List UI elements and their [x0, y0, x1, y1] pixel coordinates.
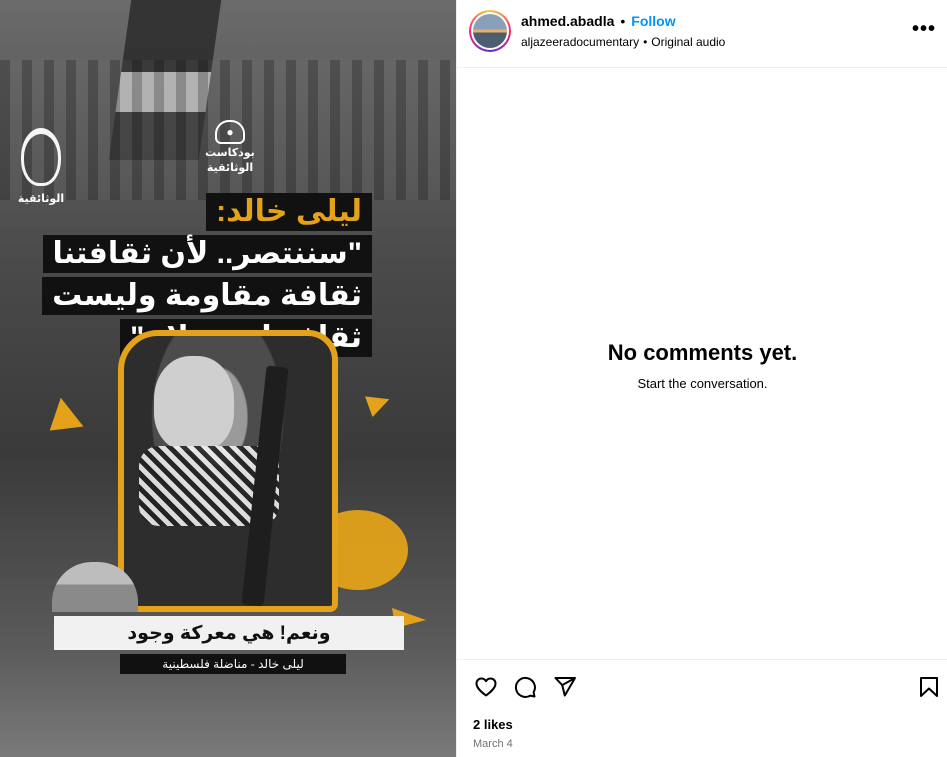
- post-side-pane: ahmed.abadla • Follow aljazeeradocumenta…: [456, 0, 947, 757]
- username-link[interactable]: ahmed.abadla: [521, 13, 614, 29]
- decorative-gold-shape: [44, 398, 90, 444]
- more-options-label: •••: [911, 18, 936, 40]
- heart-icon[interactable]: [473, 674, 499, 700]
- quote-text: ونعم! هي معركة وجود: [127, 622, 331, 644]
- avatar: [473, 14, 507, 48]
- likes-count[interactable]: 2 likes: [473, 717, 513, 732]
- post-media[interactable]: الوثائقية ● بودكاست الوثائقية ليلى خالد:…: [0, 0, 456, 757]
- avatar-story-ring[interactable]: [469, 10, 511, 52]
- audio-line: aljazeeradocumentary • Original audio: [521, 35, 725, 49]
- more-options-icon[interactable]: •••: [912, 18, 936, 41]
- headline-line: ليلى خالد:: [206, 193, 372, 231]
- decorative-gold-shape: [365, 389, 393, 417]
- attribution-banner: ليلى خالد - مناضلة فلسطينية: [120, 654, 346, 674]
- post-date[interactable]: March 4: [473, 738, 513, 750]
- attribution-text: ليلى خالد - مناضلة فلسطينية: [162, 657, 304, 671]
- empty-comments-title: No comments yet.: [607, 340, 798, 365]
- empty-comments: No comments yet. Start the conversation.: [457, 340, 947, 391]
- separator-dot: •: [620, 13, 626, 29]
- portrait-figure: [118, 330, 338, 612]
- share-icon[interactable]: [552, 674, 578, 700]
- headline-line: ثقافة مقاومة وليست: [42, 277, 372, 315]
- podcast-label-1: بودكاست: [205, 147, 255, 159]
- podcast-label-2: الوثائقية: [206, 162, 254, 175]
- aljazeera-logo-mark: [21, 128, 61, 186]
- original-audio-link[interactable]: Original audio: [651, 35, 725, 49]
- empty-comments-subtitle: Start the conversation.: [637, 376, 768, 391]
- post-header: ahmed.abadla • Follow aljazeeradocumenta…: [457, 0, 947, 68]
- microphone-icon: ●: [215, 120, 245, 144]
- quote-banner: ونعم! هي معركة وجود: [54, 616, 404, 650]
- headline-line: "سننتصر.. لأن ثقافتنا: [42, 235, 372, 273]
- post-actions: 2 likes March 4: [457, 659, 947, 757]
- avatar-frame: [471, 12, 509, 50]
- portrait-face: [154, 356, 234, 451]
- comment-icon[interactable]: [512, 674, 538, 700]
- follow-button[interactable]: Follow: [631, 13, 675, 29]
- audio-source-link[interactable]: aljazeeradocumentary: [521, 35, 639, 49]
- podcast-badge: ● بودكاست الوثائقية: [190, 120, 270, 180]
- user-line: ahmed.abadla • Follow: [521, 13, 676, 29]
- bookmark-icon[interactable]: [916, 674, 942, 700]
- separator-dot: •: [643, 35, 648, 49]
